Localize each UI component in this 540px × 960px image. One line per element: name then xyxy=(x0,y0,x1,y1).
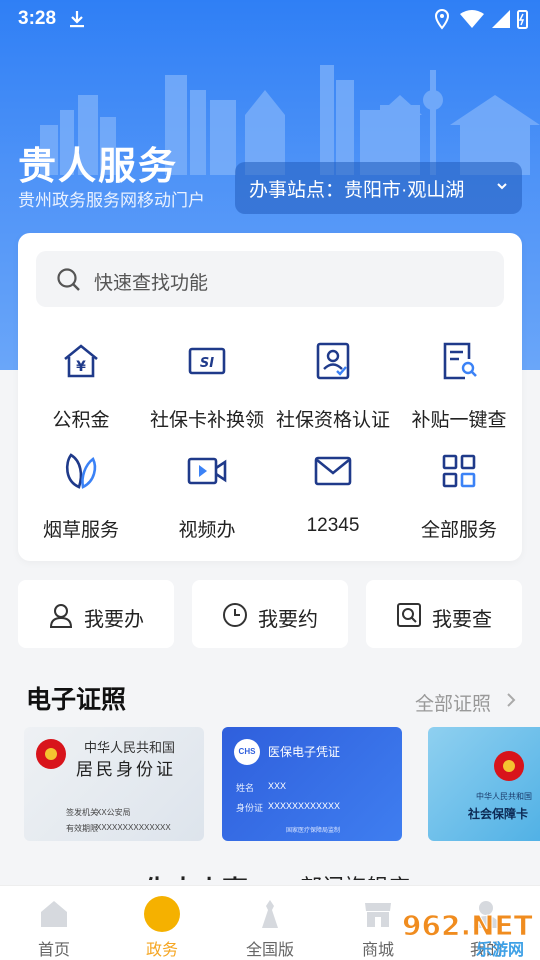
id-card-issuer-label: 签发机关 xyxy=(66,808,98,817)
social-card-country: 中华人民共和国 xyxy=(476,792,532,801)
id-card-certificate[interactable]: 中华人民共和国 居民身份证 签发机关 XX公安局 有效期限 XXXXXXXXXX… xyxy=(24,727,204,841)
service-label: 12345 xyxy=(306,515,360,536)
status-time: 3:28 xyxy=(18,8,57,29)
service-video[interactable]: 视频办 xyxy=(144,451,270,551)
id-card-name: 居民身份证 xyxy=(76,760,176,779)
quick-action-label: 我要查 xyxy=(432,609,492,631)
tab-label: 首页 xyxy=(37,942,70,959)
video-camera-icon xyxy=(187,457,227,485)
services-card: 快速查找功能 ¥ 公积金 SI 社保卡补换领 社保资格认证 补贴一键查 烟草服务… xyxy=(18,233,522,561)
search-doc-icon xyxy=(397,603,421,627)
quick-action-label: 我要约 xyxy=(258,609,318,631)
quick-action-handle[interactable]: 我要办 xyxy=(18,580,174,648)
qualification-icon xyxy=(316,342,350,380)
app-subtitle: 贵州政务服务网移动门户 xyxy=(18,191,205,210)
service-label: 社保卡补换领 xyxy=(149,410,264,431)
person-icon xyxy=(49,604,73,628)
id-card-issuer: XX公安局 xyxy=(96,808,131,817)
station-selector[interactable]: 办事站点：贵阳市·观山湖 xyxy=(235,162,522,214)
service-qualification[interactable]: 社保资格认证 xyxy=(270,341,396,441)
service-subsidy-search[interactable]: 补贴一键查 xyxy=(396,341,522,441)
department-stores-heading[interactable]: 部门旗舰店 xyxy=(300,870,410,880)
quick-action-query[interactable]: 我要查 xyxy=(366,580,522,648)
search-icon xyxy=(57,268,80,291)
si-card-icon: SI xyxy=(188,347,226,375)
all-certificates-link[interactable]: 全部证照 xyxy=(415,689,491,716)
watermark-sub: 乐游网 xyxy=(476,940,524,959)
wifi-icon xyxy=(460,10,484,28)
tab-gov-affairs[interactable]: 政务 xyxy=(108,886,216,960)
tab-label: 全国版 xyxy=(245,942,294,959)
location-icon xyxy=(434,8,450,30)
chevron-down-icon xyxy=(497,183,507,190)
national-emblem-icon xyxy=(36,739,66,769)
medical-name: XXX xyxy=(268,781,287,791)
quick-action-label: 我要办 xyxy=(84,609,144,631)
tab-home[interactable]: 首页 xyxy=(0,886,108,960)
search-placeholder: 快速查找功能 xyxy=(94,273,209,294)
service-tobacco[interactable]: 烟草服务 xyxy=(18,451,144,551)
medical-insurance-certificate[interactable]: CHS 医保电子凭证 姓名 XXX 身份证 XXXXXXXXXXXX 国家医疗保… xyxy=(222,727,402,841)
next-section-heading: 一生大小事 部门旗舰店 xyxy=(0,858,540,880)
signal-icon xyxy=(492,10,510,28)
national-icon xyxy=(262,900,278,928)
service-label: 公积金 xyxy=(52,410,110,431)
service-si-card[interactable]: SI 社保卡补换领 xyxy=(144,341,270,441)
gov-affairs-icon xyxy=(144,896,180,932)
medical-footer: 国家医疗保障局监制 xyxy=(286,828,341,834)
social-security-card-certificate[interactable]: 中华人民共和国 社会保障卡 xyxy=(428,727,540,841)
status-bar: 3:28 xyxy=(0,0,540,38)
tobacco-leaf-icon xyxy=(65,453,97,489)
id-card-country: 中华人民共和国 xyxy=(84,740,176,755)
service-label: 全部服务 xyxy=(420,520,497,541)
svg-text:¥: ¥ xyxy=(76,359,86,375)
subsidy-search-icon xyxy=(443,342,477,380)
quick-action-appointment[interactable]: 我要约 xyxy=(192,580,348,648)
service-label: 社保资格认证 xyxy=(275,410,390,431)
national-emblem-icon xyxy=(494,751,524,781)
service-label: 视频办 xyxy=(178,520,236,541)
social-card-name: 社会保障卡 xyxy=(468,807,529,821)
mail-icon xyxy=(314,456,352,486)
service-label: 烟草服务 xyxy=(42,520,119,541)
site-watermark: 962.NET 乐游网 xyxy=(400,905,540,960)
chs-badge: CHS xyxy=(234,739,260,765)
tab-label: 政务 xyxy=(145,942,178,959)
id-card-validity-label: 有效期限 xyxy=(66,824,98,833)
station-label: 办事站点：贵阳市·观山湖 xyxy=(249,179,465,201)
medical-title: 医保电子凭证 xyxy=(268,745,341,759)
life-events-heading[interactable]: 一生大小事 xyxy=(118,870,248,880)
service-label: 补贴一键查 xyxy=(411,410,507,431)
service-12345[interactable]: 12345 xyxy=(270,451,396,551)
service-housing-fund[interactable]: ¥ 公积金 xyxy=(18,341,144,441)
search-bar[interactable]: 快速查找功能 xyxy=(36,251,504,307)
medical-id: XXXXXXXXXXXX xyxy=(268,801,341,811)
certificates-heading: 电子证照 xyxy=(26,686,127,714)
medical-id-label: 身份证 xyxy=(236,803,264,813)
shop-icon xyxy=(365,903,391,927)
svg-text:SI: SI xyxy=(200,356,214,371)
chevron-right-icon xyxy=(507,693,516,707)
medical-name-label: 姓名 xyxy=(236,783,255,793)
watermark-logo: 962.NET xyxy=(402,909,533,942)
status-icons xyxy=(434,8,528,30)
download-icon xyxy=(70,11,84,28)
app-title: 贵人服务 xyxy=(18,146,179,188)
clock-icon xyxy=(223,603,247,627)
grid-icon xyxy=(442,454,476,488)
id-card-validity: XXXXXXXXXXXXXX xyxy=(96,823,171,832)
home-icon xyxy=(41,901,67,927)
tab-national[interactable]: 全国版 xyxy=(216,886,324,960)
housing-fund-icon: ¥ xyxy=(64,344,98,378)
service-all[interactable]: 全部服务 xyxy=(396,451,522,551)
